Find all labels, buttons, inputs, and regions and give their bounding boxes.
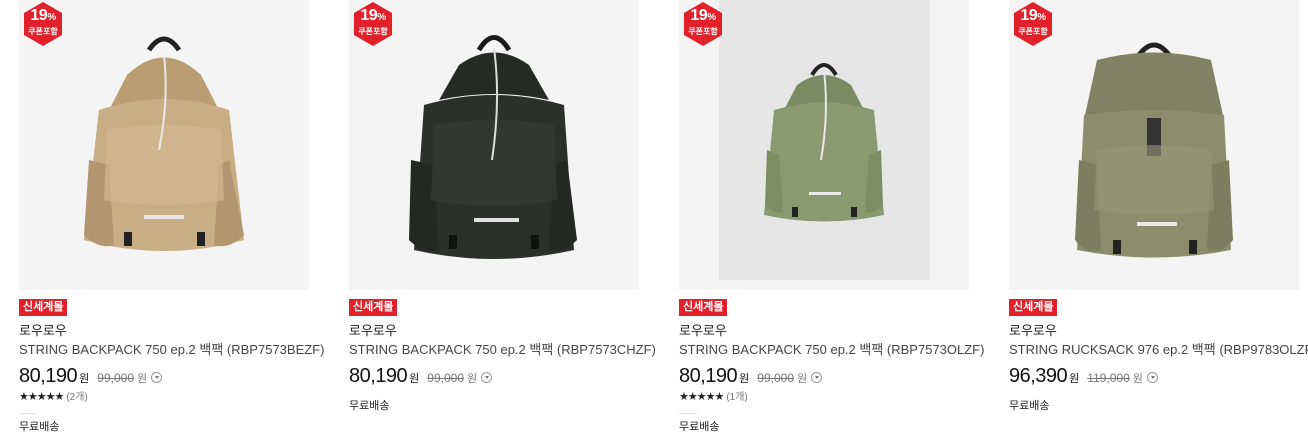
price-unit: 원 [79, 373, 90, 385]
shipping-label: 무료배송 [19, 421, 60, 433]
product-name[interactable]: STRING BACKPACK 750 ep.2 백팩 (RBP7573OLZF… [679, 342, 984, 357]
brand-name[interactable]: 로우로우 [19, 323, 67, 338]
price-row: 80,190 원 99,000 원 [679, 364, 823, 388]
original-price: 99,000 [427, 371, 464, 385]
sale-price: 80,190 [349, 365, 408, 387]
discount-badge: 19% 쿠폰포함 [351, 2, 395, 46]
shipping-label: 무료배송 [349, 400, 390, 412]
divider [679, 413, 697, 414]
sale-price: 96,390 [1009, 365, 1068, 387]
discount-badge: 19% 쿠폰포함 [1011, 2, 1055, 46]
price-unit: 원 [1069, 373, 1080, 385]
product-card[interactable]: 19% 쿠폰포함 신세계몰 로우로우 STRING BACKPACK 750 e… [679, 0, 984, 446]
review-count: (2개) [66, 392, 88, 403]
shipping-label: 무료배송 [679, 421, 720, 433]
store-tag: 신세계몰 [19, 299, 68, 316]
product-card[interactable]: 19% 쿠폰포함 신세계몰 로우로우 STRING BACKPACK 750 e… [349, 0, 656, 446]
original-price: 119,000 [1087, 371, 1130, 385]
brand-name[interactable]: 로우로우 [679, 323, 727, 338]
sale-price: 80,190 [19, 365, 78, 387]
product-name[interactable]: STRING RUCKSACK 976 ep.2 백팩 (RBP9783OLZF… [1009, 342, 1308, 357]
original-price: 99,000 [757, 371, 794, 385]
store-tag: 신세계몰 [679, 299, 728, 316]
price-unit: 원 [739, 373, 750, 385]
store-tag: 신세계몰 [349, 299, 398, 316]
product-card[interactable]: 19% 쿠폰포함 신세계몰 로우로우 STRING BACKPACK 750 e… [19, 0, 324, 446]
discount-label: 쿠폰포함 [1018, 27, 1048, 36]
original-price-unit: 원 [1132, 373, 1143, 385]
price-info-icon[interactable] [1146, 372, 1158, 383]
discount-percent: 19% [1020, 7, 1046, 24]
discount-label: 쿠폰포함 [688, 27, 718, 36]
price-unit: 원 [409, 373, 420, 385]
star-rating-icon: ★★★★★ [19, 391, 64, 403]
original-price-unit: 원 [797, 373, 808, 385]
rating: ★★★★★ (2개) [19, 391, 88, 404]
price-info-icon[interactable] [811, 372, 823, 383]
original-price-unit: 원 [137, 373, 148, 385]
product-card[interactable]: 19% 쿠폰포함 신세계몰 로우로우 STRING RUCKSACK 976 e… [1009, 0, 1308, 446]
original-price: 99,000 [97, 371, 134, 385]
discount-percent: 19% [690, 7, 716, 24]
brand-name[interactable]: 로우로우 [349, 323, 397, 338]
price-row: 96,390 원 119,000 원 [1009, 364, 1158, 388]
sale-price: 80,190 [679, 365, 738, 387]
discount-percent: 19% [30, 7, 56, 24]
price-info-icon[interactable] [481, 372, 493, 383]
review-count: (1개) [726, 392, 748, 403]
product-name[interactable]: STRING BACKPACK 750 ep.2 백팩 (RBP7573CHZF… [349, 342, 656, 357]
product-name[interactable]: STRING BACKPACK 750 ep.2 백팩 (RBP7573BEZF… [19, 342, 324, 357]
brand-name[interactable]: 로우로우 [1009, 323, 1057, 338]
price-info-icon[interactable] [151, 372, 163, 383]
star-rating-icon: ★★★★★ [679, 391, 724, 403]
discount-label: 쿠폰포함 [28, 27, 58, 36]
shipping-label: 무료배송 [1009, 400, 1050, 412]
divider [19, 413, 37, 414]
original-price-unit: 원 [467, 373, 478, 385]
discount-badge: 19% 쿠폰포함 [681, 2, 725, 46]
discount-badge: 19% 쿠폰포함 [21, 2, 65, 46]
price-row: 80,190 원 99,000 원 [19, 364, 163, 388]
rating: ★★★★★ (1개) [679, 391, 748, 404]
discount-label: 쿠폰포함 [358, 27, 388, 36]
store-tag: 신세계몰 [1009, 299, 1058, 316]
price-row: 80,190 원 99,000 원 [349, 364, 493, 388]
discount-percent: 19% [360, 7, 386, 24]
